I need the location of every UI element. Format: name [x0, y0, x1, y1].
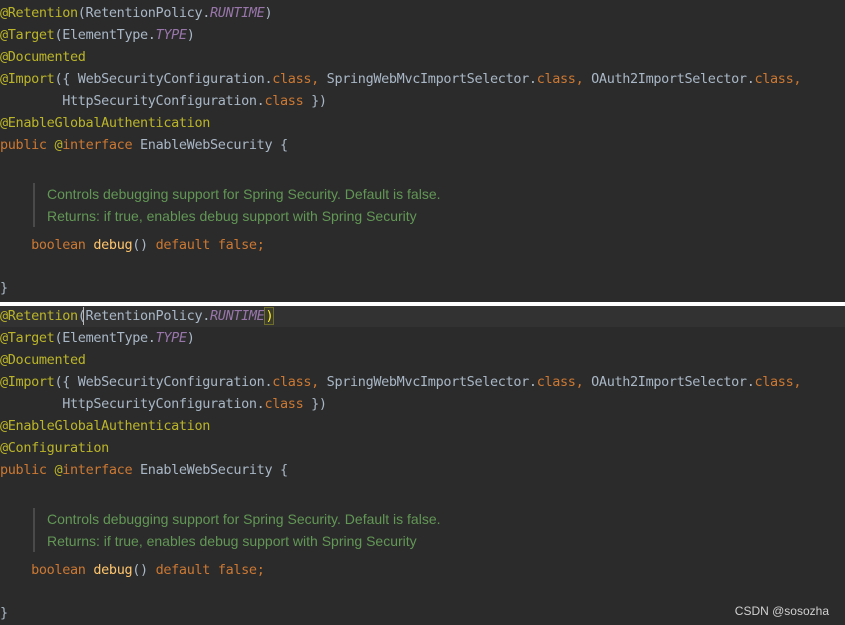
closing-brace: }	[0, 280, 8, 296]
code-text: SpringWebMvcImportSelector.	[318, 374, 537, 390]
watermark: CSDN @sosozha	[734, 604, 829, 618]
code-text: ({ WebSecurityConfiguration.	[54, 374, 273, 390]
annotation-target: @Target	[0, 27, 55, 43]
code-line-debug-method[interactable]: boolean debug() default false;	[0, 559, 265, 581]
interface-name: EnableWebSecurity {	[132, 137, 288, 153]
keyword-class: class,	[536, 374, 584, 390]
keyword-class: class,	[536, 71, 584, 87]
code-text: })	[303, 93, 327, 109]
keyword-class: class	[264, 93, 304, 109]
code-text: OAuth2ImportSelector.	[583, 374, 755, 390]
code-line-documented[interactable]: @Documented	[0, 349, 86, 371]
keyword-boolean: boolean	[31, 237, 86, 253]
keyword-boolean: boolean	[31, 562, 86, 578]
keyword-class: class,	[272, 71, 319, 87]
code-text: (ElementType.	[54, 330, 156, 346]
code-text: (ElementType.	[54, 27, 156, 43]
enum-constant: RUNTIME	[210, 5, 265, 21]
keyword-false: false;	[210, 237, 265, 253]
interface-name: EnableWebSecurity {	[132, 462, 288, 478]
keyword-default: default	[155, 562, 211, 578]
keyword-class: class,	[272, 374, 319, 390]
code-text: )	[186, 27, 195, 43]
code-text: ({ WebSecurityConfiguration.	[54, 71, 273, 87]
annotation-configuration: @Configuration	[0, 440, 109, 456]
code-text: )	[264, 5, 273, 21]
code-line-documented[interactable]: @Documented	[0, 46, 86, 68]
annotation-import: @Import	[0, 71, 55, 87]
annotation-enable-global-authentication: @EnableGlobalAuthentication	[0, 418, 210, 434]
text-caret	[83, 307, 84, 325]
annotation-enable-global-authentication: @EnableGlobalAuthentication	[0, 115, 210, 131]
code-text: (RetentionPolicy.	[77, 5, 211, 21]
code-line-target[interactable]: @Target(ElementType.TYPE)	[0, 24, 195, 46]
enum-constant: TYPE	[155, 330, 187, 346]
code-text: })	[303, 396, 327, 412]
code-text: )	[186, 330, 195, 346]
javadoc-line: Returns: if true, enables debug support …	[47, 533, 417, 549]
code-line-closing-brace[interactable]: }	[0, 277, 8, 299]
code-text: OAuth2ImportSelector.	[583, 71, 755, 87]
code-line-closing-brace[interactable]: }	[0, 602, 8, 624]
method-name: debug	[85, 237, 133, 253]
code-text: ()	[132, 237, 156, 253]
keyword-false: false;	[210, 562, 265, 578]
code-text: ()	[132, 562, 156, 578]
method-name: debug	[85, 562, 133, 578]
code-line-enable-global-auth[interactable]: @EnableGlobalAuthentication	[0, 112, 210, 134]
keyword-class: class,	[754, 71, 802, 87]
code-line-configuration[interactable]: @Configuration	[0, 437, 109, 459]
rendered-javadoc: Controls debugging support for Spring Se…	[33, 508, 441, 552]
keyword-public: public	[0, 137, 55, 153]
code-line-retention-current[interactable]: @Retention(RetentionPolicy.RUNTIME)	[0, 306, 845, 327]
javadoc-line: Controls debugging support for Spring Se…	[47, 186, 441, 202]
code-text: HttpSecurityConfiguration.	[0, 93, 265, 109]
annotation-target: @Target	[0, 330, 55, 346]
code-line-target[interactable]: @Target(ElementType.TYPE)	[0, 327, 195, 349]
closing-brace: }	[0, 605, 8, 621]
keyword-interface: interface	[62, 137, 133, 153]
keyword-class: class,	[754, 374, 802, 390]
annotation-import: @Import	[0, 374, 55, 390]
keyword-public: public	[0, 462, 55, 478]
annotation-documented: @Documented	[0, 49, 86, 65]
code-line-retention[interactable]: @Retention(RetentionPolicy.RUNTIME)	[0, 2, 273, 24]
enum-constant: RUNTIME	[210, 308, 265, 324]
code-editor-bottom[interactable]: @Retention(RetentionPolicy.RUNTIME) @Tar…	[0, 306, 845, 625]
annotation-retention: @Retention	[0, 308, 78, 324]
code-line-debug-method[interactable]: boolean debug() default false;	[0, 234, 265, 256]
javadoc-line: Returns: if true, enables debug support …	[47, 208, 417, 224]
keyword-class: class	[264, 396, 304, 412]
code-line-import[interactable]: @Import({ WebSecurityConfiguration.class…	[0, 371, 801, 393]
code-text: SpringWebMvcImportSelector.	[318, 71, 537, 87]
code-editor-top[interactable]: @Retention(RetentionPolicy.RUNTIME) @Tar…	[0, 0, 845, 302]
code-text: (RetentionPolicy.	[77, 308, 211, 324]
code-line-import-continued[interactable]: HttpSecurityConfiguration.class })	[0, 393, 327, 415]
annotation-retention: @Retention	[0, 5, 78, 21]
keyword-interface: interface	[62, 462, 133, 478]
code-line-interface-declaration[interactable]: public @interface EnableWebSecurity {	[0, 459, 288, 481]
code-line-import[interactable]: @Import({ WebSecurityConfiguration.class…	[0, 68, 801, 90]
code-line-enable-global-auth[interactable]: @EnableGlobalAuthentication	[0, 415, 210, 437]
rendered-javadoc: Controls debugging support for Spring Se…	[33, 183, 441, 227]
matched-paren-highlight: )	[264, 307, 275, 325]
code-line-import-continued[interactable]: HttpSecurityConfiguration.class })	[0, 90, 327, 112]
keyword-default: default	[155, 237, 211, 253]
javadoc-line: Controls debugging support for Spring Se…	[47, 511, 441, 527]
enum-constant: TYPE	[155, 27, 187, 43]
annotation-documented: @Documented	[0, 352, 86, 368]
code-line-interface-declaration[interactable]: public @interface EnableWebSecurity {	[0, 134, 288, 156]
code-text: HttpSecurityConfiguration.	[0, 396, 265, 412]
